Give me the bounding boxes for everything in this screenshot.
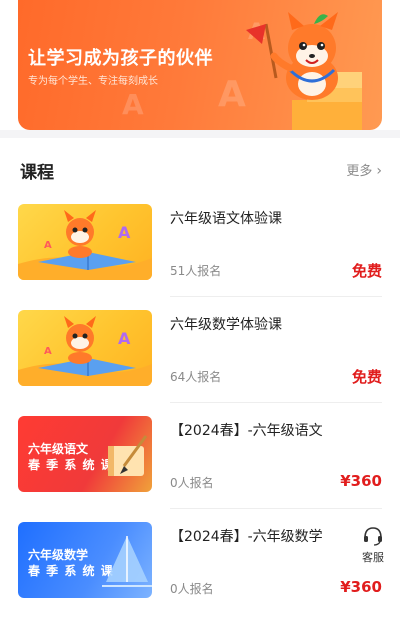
course-price: 免费 [351,262,382,280]
customer-service-button[interactable]: 客服 [356,526,390,566]
course-title: 六年级语文体验课 [170,211,282,227]
thumb-series-text: 春 季 系 统 课 [28,564,114,578]
chevron-right-icon: › [376,163,382,179]
banner-title: 让学习成为孩子的伙伴 [28,48,213,69]
customer-service-label: 客服 [362,551,384,564]
course-price: ¥360 [340,472,382,490]
svg-text:A: A [44,346,52,357]
svg-text:A: A [118,223,131,242]
row-divider [170,508,382,509]
more-label: 更多 [346,164,373,179]
enrollment-count: 0人报名 [170,476,214,490]
thumb-series-text: 春 季 系 统 课 [28,458,114,472]
decor-letter: A [122,88,144,121]
course-thumbnail: 六年级语文 春 季 系 统 课 [18,416,152,492]
course-thumbnail: A A [18,204,152,280]
enrollment-count: 64人报名 [170,370,222,384]
more-link[interactable]: 更多 › [346,160,382,179]
course-price: ¥360 [340,578,382,596]
mascot-reading-illustration: A A [18,210,152,280]
course-item[interactable]: A A 六年级语文体验课 51人报名 免费 [18,204,382,304]
headset-icon [364,527,382,546]
course-title: 六年级数学体验课 [170,317,282,333]
thumb-subject-text: 六年级语文 [28,442,89,456]
svg-text:A: A [118,329,131,348]
course-item[interactable]: A A 六年级数学体验课 64人报名 免费 [18,310,382,410]
course-item[interactable]: 六年级数学 春 季 系 统 课 【2024春】-六年级数学 0人报名 ¥360 [18,522,382,622]
thumb-subject-text: 六年级数学 [28,548,89,562]
enrollment-count: 0人报名 [170,582,214,596]
course-title: 【2024春】-六年级数学 [170,529,323,545]
course-price: 免费 [351,368,382,386]
book-brush-illustration [108,435,148,476]
course-section-header: 课程 更多 › [20,158,382,184]
row-divider [170,402,382,403]
hero-banner[interactable]: A A A 让学习成为孩子的伙伴 专为每个学生、专注每刻成长 [18,0,382,130]
enrollment-count: 51人报名 [170,264,222,278]
course-thumbnail: 六年级数学 春 季 系 统 课 [18,522,152,598]
section-title: 课程 [20,163,54,183]
mascot-reading-illustration: A A [18,316,152,386]
geometry-illustration [102,536,152,587]
svg-text:A: A [44,240,52,251]
banner-subtitle: 专为每个学生、专注每刻成长 [28,76,158,87]
mascot-illustration [246,12,362,130]
course-title: 【2024春】-六年级语文 [170,423,323,439]
course-thumbnail: A A [18,310,152,386]
course-item[interactable]: 六年级语文 春 季 系 统 课 【2024春】-六年级语文 0人报名 ¥360 [18,416,382,516]
section-separator [0,130,400,138]
row-divider [170,296,382,297]
